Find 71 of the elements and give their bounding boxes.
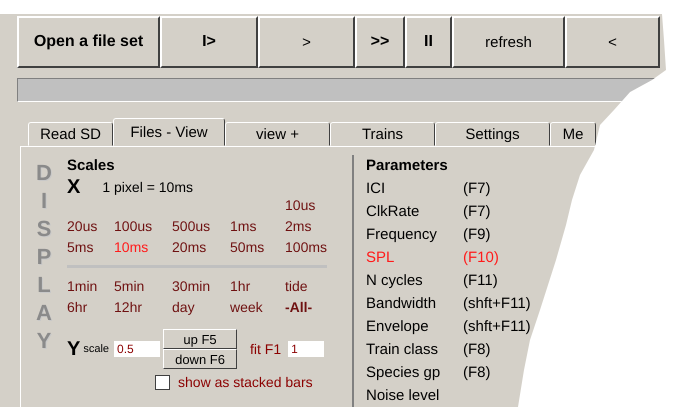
side-letter: D <box>36 159 52 186</box>
checkbox-label: show as stacked bars <box>178 374 313 390</box>
scale-option[interactable]: 20ms <box>172 239 230 255</box>
scale-option[interactable]: 1min <box>67 278 114 294</box>
side-letter: L <box>37 271 51 298</box>
parameter-option[interactable]: Noise level <box>366 387 463 404</box>
toolbar-button[interactable]: II <box>405 16 452 68</box>
parameter-option[interactable]: Frequency <box>366 226 463 243</box>
scale-option[interactable]: 12hr <box>114 299 172 315</box>
scale-option[interactable]: week <box>230 299 285 315</box>
scale-option[interactable]: tide <box>285 278 345 294</box>
scale-option[interactable]: 20us <box>67 218 114 234</box>
scale-option[interactable]: 100us <box>114 218 172 234</box>
side-letter: I <box>40 187 48 214</box>
scale-option[interactable]: 500us <box>172 218 230 234</box>
side-letter: Y <box>36 327 52 354</box>
scale-option[interactable]: 2ms <box>285 218 345 234</box>
scale-option[interactable]: 5ms <box>67 239 114 255</box>
toolbar-button[interactable]: >> <box>355 16 405 68</box>
scale-option[interactable]: 10us <box>285 197 345 213</box>
tab[interactable]: view + <box>225 122 330 146</box>
shortcut-key: (F7) <box>463 180 490 197</box>
scale-option[interactable]: 100ms <box>285 239 345 255</box>
down-button[interactable]: down F6 <box>163 349 238 369</box>
shortcut-key: (F7) <box>463 203 490 220</box>
axis-label: X <box>67 176 80 198</box>
shortcut-key: (F11) <box>463 272 498 289</box>
parameter-option[interactable]: N cycles <box>366 272 463 289</box>
scale-input[interactable]: 0.5 <box>114 341 160 357</box>
axis-label: Y <box>67 338 80 360</box>
parameter-option[interactable]: ICI <box>366 180 463 197</box>
scale-option[interactable]: 1hr <box>230 278 285 294</box>
shortcut-key: (F9) <box>463 226 490 243</box>
scale-option[interactable]: -All- <box>285 299 345 315</box>
scale-option[interactable]: 1ms <box>230 218 285 234</box>
toolbar-button[interactable]: < <box>565 16 660 68</box>
parameter-option[interactable]: Envelope <box>366 318 463 335</box>
tab[interactable]: Files - View <box>113 118 225 146</box>
scale-option[interactable]: 5min <box>114 278 172 294</box>
side-letter: S <box>36 215 52 242</box>
toolbar-button[interactable]: > <box>258 16 355 68</box>
parameter-option[interactable]: Species gp <box>366 364 463 381</box>
up-button[interactable]: up F5 <box>163 329 238 349</box>
toolbar-button[interactable]: I> <box>160 16 258 68</box>
section-title: Scales <box>67 157 116 176</box>
toolbar-button[interactable]: refresh <box>452 16 565 68</box>
scale-reading: 1 pixel = 10ms <box>102 179 194 195</box>
scale-option[interactable]: 30min <box>172 278 230 294</box>
shortcut-key: (F8) <box>463 364 490 381</box>
shortcut-key: (shft+F11) <box>463 295 531 312</box>
checkbox[interactable] <box>155 374 170 390</box>
parameter-option[interactable]: ClkRate <box>366 203 463 220</box>
tab[interactable]: Read SD <box>28 122 113 146</box>
scale-option[interactable]: 6hr <box>67 299 114 315</box>
side-letter: P <box>36 243 52 270</box>
fit-label: fit F1 <box>250 341 282 357</box>
toolbar-button[interactable]: Open a file set <box>17 16 160 68</box>
scale-option[interactable]: day <box>172 299 230 315</box>
scale-label: scale <box>83 343 110 355</box>
parameter-option[interactable]: Bandwidth <box>366 295 463 312</box>
shortcut-key: (shft+F11) <box>463 318 531 335</box>
parameter-option[interactable]: Train class <box>366 341 463 358</box>
tab[interactable]: Settings <box>435 122 550 146</box>
shortcut-key: (F8) <box>463 341 490 358</box>
tab[interactable]: Me <box>550 122 596 146</box>
fit-input[interactable]: 1 <box>288 341 324 357</box>
section-title: Parameters <box>366 157 449 176</box>
shortcut-key: (F10) <box>463 249 499 266</box>
side-letter: A <box>36 299 52 326</box>
tab[interactable]: Trains <box>330 122 435 146</box>
scale-option[interactable]: 50ms <box>230 239 285 255</box>
